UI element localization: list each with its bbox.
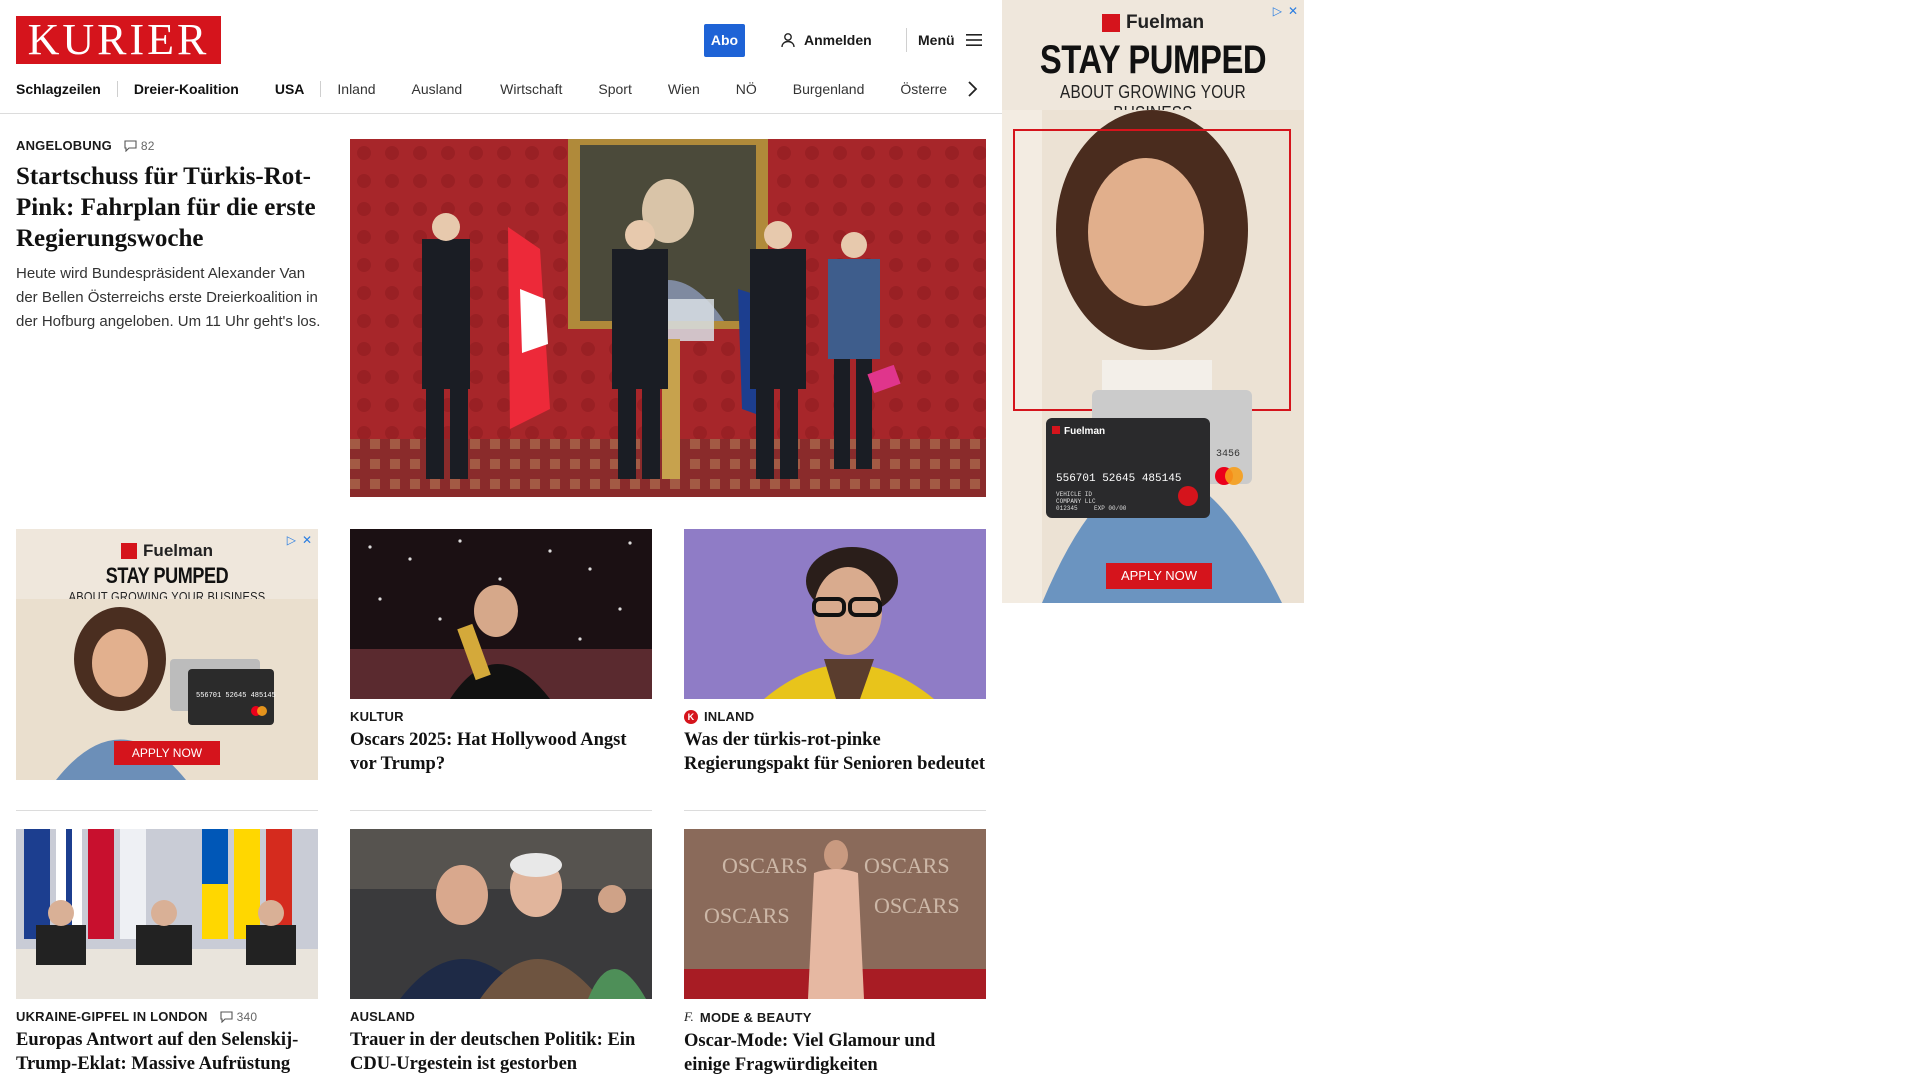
ad-brand: Fuelman [1002, 12, 1304, 34]
abo-button[interactable]: Abo [704, 24, 745, 57]
svg-text:OSCARS: OSCARS [864, 853, 950, 878]
lead-comment-number: 82 [140, 138, 155, 153]
article-card-senioren[interactable]: K INLAND Was der türkis-rot-pinke Regier… [684, 529, 986, 776]
article-kicker: f. MODE & BEAUTY [684, 1009, 986, 1025]
nav-item-burgenland[interactable]: Burgenland [793, 81, 865, 97]
row-divider [350, 810, 652, 811]
nav-divider [320, 81, 322, 97]
login-label: Anmelden [804, 32, 872, 48]
kurier-logo[interactable]: KURIER [16, 16, 221, 64]
ad-card-exp: EXP 00/00 [1094, 505, 1127, 512]
ad-card-back-number: 3456 [1216, 449, 1240, 460]
article-card-oscar-mode[interactable]: OSCARS OSCARS OSCARS OSCARS f. MODE & BE… [684, 829, 986, 1077]
article-headline[interactable]: Oscars 2025: Hat Hollywood Angst vor Tru… [350, 728, 652, 776]
ad-apply-button[interactable]: APPLY NOW [114, 741, 220, 765]
ad-card-brand: Fuelman [1064, 426, 1105, 437]
comment-icon [220, 1010, 233, 1023]
article-card-cdu[interactable]: AUSLAND Trauer in der deutschen Politik:… [350, 829, 652, 1076]
article-comment-number: 340 [236, 1009, 258, 1024]
ad-card-number: 556701 52645 485145 [196, 692, 276, 700]
nav-item-oesterreich[interactable]: Österre [900, 81, 947, 97]
header-divider [906, 28, 907, 52]
article-image [16, 829, 318, 999]
article-card-oscars[interactable]: KULTUR Oscars 2025: Hat Hollywood Angst … [350, 529, 652, 776]
nav-item-noe[interactable]: NÖ [736, 81, 757, 97]
nav-divider [116, 81, 118, 97]
menu-label: Menü [918, 32, 955, 48]
svg-text:OSCARS: OSCARS [722, 853, 808, 878]
article-kicker: K INLAND [684, 709, 986, 724]
article-image [350, 529, 652, 699]
hamburger-icon [965, 34, 982, 46]
ad-choices-icon[interactable]: ▷ [287, 533, 296, 547]
ad-brand-label: Fuelman [143, 541, 213, 560]
article-kicker: AUSLAND [350, 1009, 415, 1024]
site-header: KURIER Abo Anmelden Menü Schlagzeilen Dr… [0, 0, 1002, 114]
lead-comment-count[interactable]: 82 [124, 139, 155, 153]
ad-controls: ▷ ✕ [1273, 4, 1298, 18]
ad-card-vehicle: VEHICLE ID [1056, 491, 1092, 498]
article-kicker-label: INLAND [704, 709, 755, 724]
row-divider [684, 810, 986, 811]
close-icon[interactable]: ✕ [1288, 4, 1298, 18]
article-kicker: UKRAINE-GIPFEL IN LONDON 340 [16, 1009, 318, 1024]
nav-item-wirtschaft[interactable]: Wirtschaft [500, 81, 562, 97]
ad-card-company: COMPANY LLC [1056, 498, 1096, 505]
article-card-ukraine[interactable]: UKRAINE-GIPFEL IN LONDON 340 Europas Ant… [16, 829, 318, 1076]
ad-brand: Fuelman [16, 541, 318, 561]
article-kicker-label: UKRAINE-GIPFEL IN LONDON [16, 1009, 208, 1024]
ad-image: 3456 Fuelman 556701 52645 485145 VEHICLE… [1002, 110, 1304, 603]
article-image [350, 829, 652, 999]
nav-item-inland[interactable]: Inland [337, 81, 375, 97]
nav-item-ausland[interactable]: Ausland [412, 81, 463, 97]
article-headline[interactable]: Trauer in der deutschen Politik: Ein CDU… [350, 1028, 652, 1076]
svg-text:OSCARS: OSCARS [704, 903, 790, 928]
article-headline[interactable]: Oscar-Mode: Viel Glamour und einige Frag… [684, 1029, 986, 1077]
article-kicker: KULTUR [350, 709, 404, 724]
close-icon[interactable]: ✕ [302, 533, 312, 547]
svg-text:OSCARS: OSCARS [874, 893, 960, 918]
nav-item-wien[interactable]: Wien [668, 81, 700, 97]
ad-choices-icon[interactable]: ▷ [1273, 4, 1282, 18]
nav-item-dreier-koalition[interactable]: Dreier-Koalition [134, 81, 239, 97]
advertisement-skyscraper[interactable]: ▷ ✕ Fuelman STAY PUMPED ABOUT GROWING YO… [1002, 0, 1304, 603]
ad-card-number: 556701 52645 485145 [1056, 473, 1181, 485]
lead-article[interactable]: ANGELOBUNG 82 Startschuss für Türkis-Rot… [16, 138, 326, 334]
article-headline[interactable]: Was der türkis-rot-pinke Regierungspakt … [684, 728, 986, 776]
ad-card-code: 012345 [1056, 505, 1078, 512]
article-kicker-label: MODE & BEAUTY [699, 1009, 812, 1025]
fuelman-logo-icon [1101, 14, 1120, 32]
login-button[interactable]: Anmelden [780, 28, 872, 52]
ad-title: STAY PUMPED [1039, 38, 1267, 82]
lead-kicker-label: ANGELOBUNG [16, 138, 112, 153]
lead-kicker: ANGELOBUNG 82 [16, 138, 326, 153]
lead-headline[interactable]: Startschuss für Türkis-Rot-Pink: Fahrpla… [16, 161, 326, 254]
ad-controls: ▷ ✕ [287, 533, 312, 547]
nav-item-sport[interactable]: Sport [598, 81, 631, 97]
lead-image[interactable] [350, 139, 986, 497]
ad-brand-label: Fuelman [1125, 12, 1205, 33]
row-divider [16, 810, 318, 811]
nav-scroll-right-button[interactable] [966, 78, 986, 100]
menu-button[interactable]: Menü [918, 28, 983, 52]
section-nav: Schlagzeilen Dreier-Koalition USA Inland… [16, 78, 976, 100]
nav-item-schlagzeilen[interactable]: Schlagzeilen [16, 81, 101, 97]
fashion-icon: f. [684, 1009, 694, 1024]
article-image [684, 529, 986, 699]
article-comment-count[interactable]: 340 [220, 1010, 258, 1024]
advertisement-small[interactable]: ▷ ✕ Fuelman STAY PUMPED ABOUT GROWING YO… [16, 529, 318, 780]
ad-title: STAY PUMPED [105, 563, 229, 588]
article-image: OSCARS OSCARS OSCARS OSCARS [684, 829, 986, 999]
chevron-right-icon [968, 81, 978, 97]
kurier-plus-icon: K [684, 709, 698, 724]
nav-item-usa[interactable]: USA [275, 81, 305, 97]
ad-apply-button[interactable]: APPLY NOW [1106, 563, 1212, 589]
article-headline[interactable]: Europas Antwort auf den Selenskij-Trump-… [16, 1028, 318, 1076]
user-icon [781, 33, 795, 48]
lead-teaser: Heute wird Bundespräsident Alexander Van… [16, 265, 321, 330]
fuelman-logo-icon [121, 543, 138, 559]
comment-icon [124, 139, 137, 152]
